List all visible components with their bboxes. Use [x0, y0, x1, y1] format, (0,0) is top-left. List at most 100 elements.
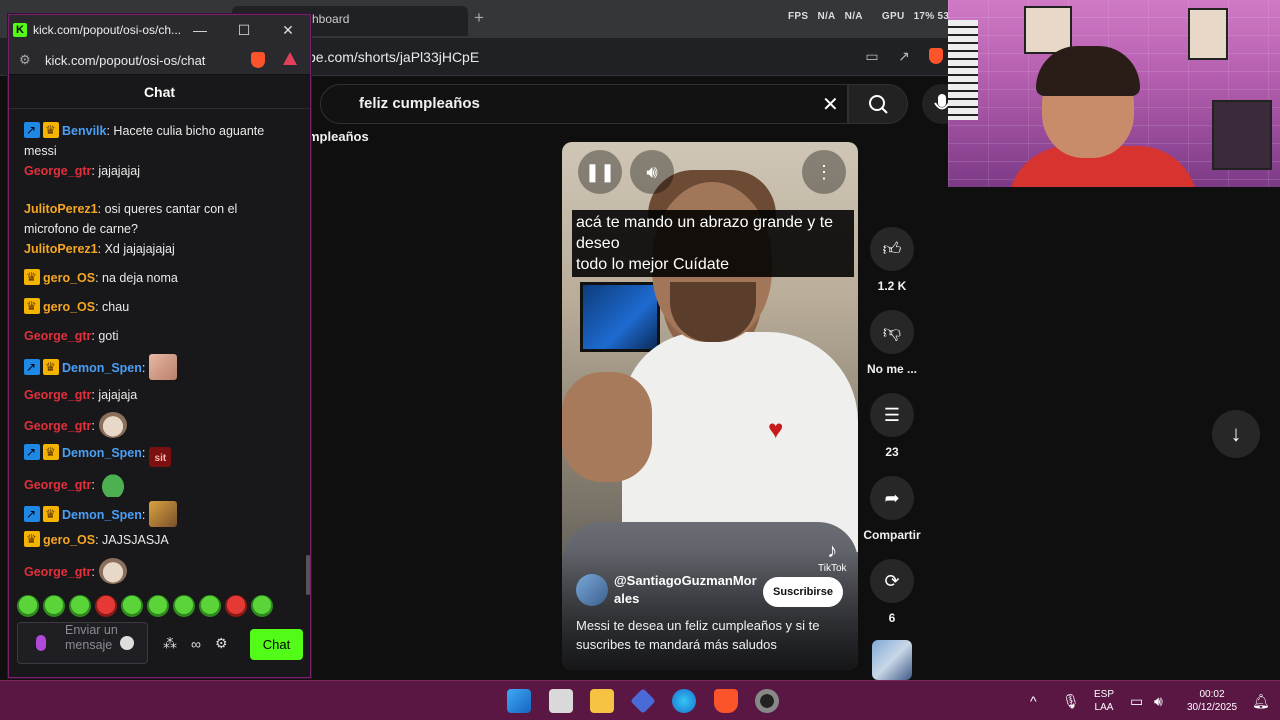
emote-button[interactable]	[173, 595, 195, 617]
chat-username[interactable]: Demon_Spen	[62, 508, 142, 522]
points-icon[interactable]: ⁂	[163, 635, 177, 652]
chat-username[interactable]: gero_OS	[43, 271, 95, 285]
popout-url[interactable]: kick.com/popout/osi-os/chat	[45, 53, 205, 68]
chat-scrollbar[interactable]	[306, 555, 310, 595]
popout-title-bar[interactable]: K kick.com/popout/osi-os/ch... — ☐ ✕	[9, 15, 310, 45]
clock[interactable]: 00:02 30/12/2025	[1180, 688, 1244, 714]
cat-emote[interactable]	[98, 558, 127, 584]
emote-button[interactable]	[69, 595, 91, 617]
chat-username[interactable]: George_gtr	[24, 565, 91, 579]
brave-rewards-icon[interactable]	[283, 52, 297, 65]
search-input[interactable]: feliz cumpleaños	[320, 84, 848, 124]
notifications-icon[interactable]: 🔔︎	[1252, 681, 1270, 720]
chat-message: George_gtr: jajajaja	[24, 385, 286, 405]
thumbs-up-icon[interactable]: 👍︎	[870, 227, 914, 271]
minimize-button[interactable]: —	[178, 15, 222, 45]
thumbs-down-icon[interactable]: 👎︎	[870, 310, 914, 354]
chat-username[interactable]: JulitoPerez1	[24, 242, 98, 256]
send-chat-button[interactable]: Chat	[250, 629, 303, 660]
volume-button[interactable]: 🔊︎	[630, 150, 674, 194]
input-language[interactable]: ESP LAA	[1092, 688, 1116, 714]
subscribe-button[interactable]: Suscribirse	[763, 577, 843, 607]
chat-username[interactable]: George_gtr	[24, 164, 91, 178]
share-icon[interactable]: ↗	[894, 46, 914, 66]
network-icon[interactable]: ▭	[1130, 681, 1143, 720]
channel-avatar[interactable]	[576, 574, 608, 606]
more-options-button[interactable]: ⋮	[802, 150, 846, 194]
share-arrow-icon[interactable]: ➦	[870, 476, 914, 520]
desktop: m - Kick Dashboard + FPS N/A N/A GPU 17%…	[0, 0, 1280, 720]
search-query: feliz cumpleaños	[359, 95, 480, 112]
chat-message-text: :	[141, 508, 146, 522]
emote-button[interactable]	[147, 595, 169, 617]
share-action[interactable]: ➦ Compartir	[862, 476, 922, 542]
chat-username[interactable]: George_gtr	[24, 419, 91, 433]
chat-username[interactable]: gero_OS	[43, 533, 95, 547]
chat-message: JulitoPerez1: osi queres cantar con el m…	[24, 199, 286, 239]
edge-icon[interactable]	[672, 689, 696, 713]
chat-username[interactable]: gero_OS	[43, 300, 95, 314]
cast-icon[interactable]: ▭	[862, 46, 882, 66]
clear-search-icon[interactable]: ✕	[822, 92, 839, 117]
chat-message-input[interactable]: Enviar un mensaje	[17, 622, 148, 664]
app-icon[interactable]	[630, 688, 656, 714]
channel-name[interactable]: @SantiagoGuzmanMorales	[614, 572, 762, 608]
emote-button[interactable]	[121, 595, 143, 617]
sit-emote[interactable]: sit	[149, 447, 172, 467]
chat-message-text: : Xd jajajajajaj	[97, 242, 175, 256]
video-description[interactable]: Messi te desea un feliz cumpleaños y si …	[576, 616, 846, 654]
comment-icon[interactable]: ☰	[870, 393, 914, 437]
chat-username[interactable]: JulitoPerez1	[24, 202, 98, 216]
dislike-action[interactable]: 👎︎ No me ...	[862, 310, 922, 376]
face-emote[interactable]	[149, 354, 178, 380]
brave-shield-icon[interactable]	[251, 52, 265, 68]
chat-username[interactable]: Demon_Spen	[62, 446, 142, 460]
emote-button[interactable]	[17, 595, 39, 617]
emote-button[interactable]	[95, 595, 117, 617]
emote-button[interactable]	[43, 595, 65, 617]
shorts-video-player[interactable]: ♥ ❚❚ 🔊︎ ⋮ acá te mando un abrazo grande …	[562, 142, 858, 670]
file-explorer-icon[interactable]	[590, 689, 614, 713]
new-tab-icon[interactable]: +	[474, 8, 484, 28]
search-button[interactable]	[848, 84, 908, 124]
chat-username[interactable]: George_gtr	[24, 329, 91, 343]
obs-icon[interactable]	[755, 689, 779, 713]
microphone-icon[interactable]	[36, 635, 46, 651]
pause-button[interactable]: ❚❚	[578, 150, 622, 194]
chat-username[interactable]: George_gtr	[24, 478, 91, 492]
cat-emote[interactable]	[98, 412, 127, 438]
chat-username[interactable]: Demon_Spen	[62, 361, 142, 375]
task-view-icon[interactable]	[549, 689, 573, 713]
speaker-icon: 🔊︎	[646, 161, 658, 182]
close-button[interactable]: ✕	[266, 15, 310, 45]
url-field[interactable]: be.com/shorts/jaPl33jHCpE	[308, 49, 479, 65]
chat-username[interactable]: George_gtr	[24, 388, 91, 402]
chat-messages[interactable]: Benvilk: Hacete culia bicho aguante mess…	[9, 111, 309, 597]
remix-icon[interactable]: ⟳	[870, 559, 914, 603]
volume-icon[interactable]: 🔊︎	[1154, 681, 1163, 720]
emote-button[interactable]	[251, 595, 273, 617]
site-settings-icon[interactable]: ⚙︎	[19, 52, 31, 68]
minimize-icon: —	[193, 22, 207, 38]
settings-gear-icon[interactable]: ⚙	[215, 635, 228, 652]
emoji-picker-icon[interactable]	[120, 636, 134, 650]
comments-action[interactable]: ☰ 23	[862, 393, 922, 459]
next-video-button[interactable]: ↓	[1212, 410, 1260, 458]
start-windows-icon[interactable]	[507, 689, 531, 713]
kick-chat-popout[interactable]: K kick.com/popout/osi-os/ch... — ☐ ✕ ⚙︎ …	[8, 14, 311, 678]
like-action[interactable]: 👍︎ 1.2 K	[862, 227, 922, 293]
emote-button[interactable]	[225, 595, 247, 617]
emote-button[interactable]	[199, 595, 221, 617]
infinity-icon[interactable]: ∞	[191, 636, 201, 652]
show-hidden-icons[interactable]: ^	[1030, 681, 1037, 720]
brave-browser-icon[interactable]	[714, 689, 738, 713]
sound-thumbnail[interactable]	[872, 640, 912, 680]
brave-shield-icon[interactable]	[926, 46, 946, 66]
frog-emote[interactable]	[98, 471, 127, 497]
microphone-tray-icon[interactable]: 🎙︎	[1062, 681, 1080, 720]
hat-emote[interactable]	[149, 501, 178, 527]
chat-username[interactable]: Benvilk	[62, 124, 106, 138]
maximize-button[interactable]: ☐	[222, 15, 266, 45]
remix-action[interactable]: ⟳ 6	[862, 559, 922, 625]
search-breadcrumb[interactable]: mpleaños	[308, 129, 369, 144]
